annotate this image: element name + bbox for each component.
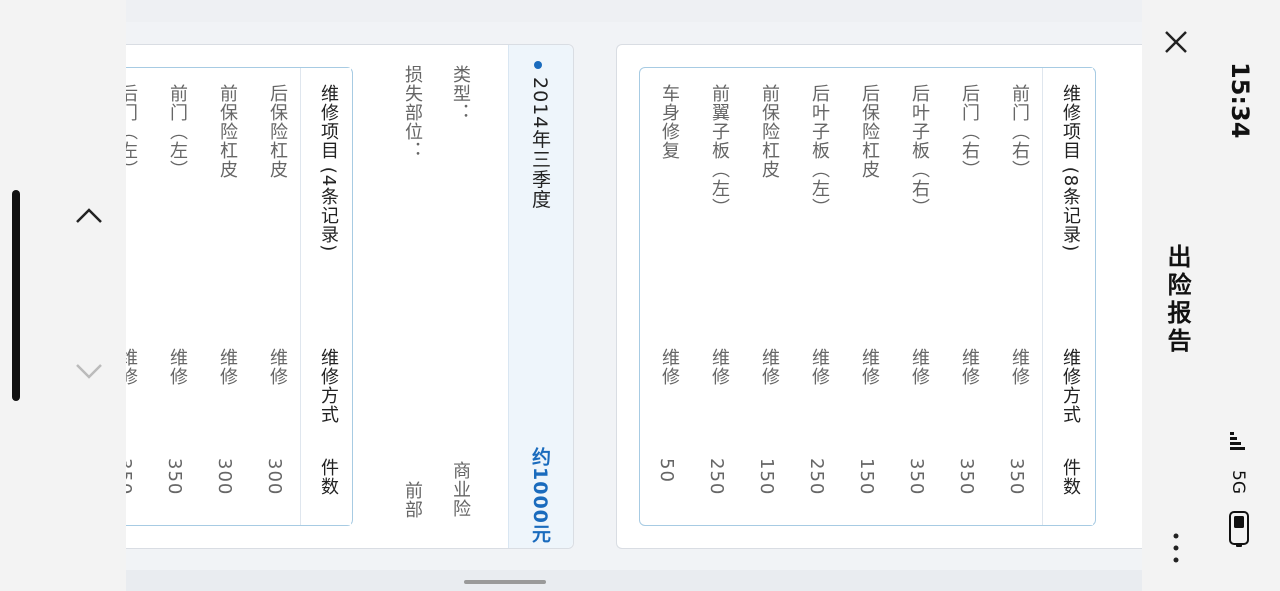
row-count: 300 [214, 458, 235, 496]
signal-icon [1230, 432, 1245, 450]
row-item: 前门（左） [167, 84, 188, 179]
table-row: 前保险杠皮 维修 300 [200, 68, 250, 525]
row-count: 50 [656, 458, 677, 483]
more-vertical-icon[interactable] [1168, 530, 1184, 566]
row-count: 250 [706, 458, 727, 496]
loss-part-value: 前部 [402, 481, 423, 519]
row-count: 350 [1006, 458, 1027, 496]
close-icon[interactable] [1162, 28, 1190, 56]
row-method: 维修 [759, 348, 780, 386]
home-indicator[interactable] [464, 580, 546, 584]
report-content: 维修项目 (8条记录) 维修方式 件数 前门（右） 维修 350 后门（右） 维… [126, 0, 1142, 591]
top-band [126, 0, 1142, 22]
row-count: 150 [756, 458, 777, 496]
chevron-up-icon[interactable] [72, 200, 106, 234]
bottom-band [126, 570, 1142, 591]
row-item: 后门（左） [126, 84, 138, 179]
row-item: 前保险杠皮 [759, 84, 780, 179]
header-count: 件数 [1060, 458, 1081, 496]
type-label: 类型： [450, 65, 471, 122]
row-item: 车身修复 [659, 84, 680, 160]
row-item: 后叶子板（右） [909, 84, 930, 217]
left-side-bar [0, 0, 126, 591]
table-header: 维修项目 (8条记录) 维修方式 件数 [1042, 68, 1093, 525]
row-item: 后保险杠皮 [267, 84, 288, 179]
table-header: 维修项目 (4条记录) 维修方式 件数 [300, 68, 351, 525]
header-item: 维修项目 (4条记录) [318, 84, 339, 253]
table-row: 前门（右） 维修 350 [992, 68, 1042, 525]
row-count: 300 [264, 458, 285, 496]
header-count: 件数 [318, 458, 339, 496]
network-type: 5G [1228, 470, 1248, 494]
repair-table-2: 维修项目 (4条记录) 维修方式 件数 后保险杠皮 维修 300 前保险杠皮 维… [126, 67, 353, 526]
row-method: 维修 [859, 348, 880, 386]
row-count: 150 [856, 458, 877, 496]
table-row: 后门（右） 维修 350 [942, 68, 992, 525]
row-count: 350 [126, 458, 135, 496]
row-method: 维修 [126, 348, 138, 386]
header-method: 维修方式 [1060, 348, 1081, 424]
row-method: 维修 [267, 348, 288, 386]
row-count: 350 [906, 458, 927, 496]
row-count: 350 [164, 458, 185, 496]
table-row: 后保险杠皮 维修 150 [842, 68, 892, 525]
page-title: 出险报告 [1163, 244, 1191, 356]
side-grip[interactable] [12, 190, 20, 401]
type-value: 商业险 [450, 461, 471, 518]
header-method: 维修方式 [318, 348, 339, 424]
row-item: 后叶子板（左） [809, 84, 830, 217]
header-item: 维修项目 (8条记录) [1060, 84, 1081, 253]
row-item: 后保险杠皮 [859, 84, 880, 179]
table-row: 后叶子板（左） 维修 250 [792, 68, 842, 525]
row-item: 前翼子板（左） [709, 84, 730, 217]
table-row: 后叶子板（右） 维修 350 [892, 68, 942, 525]
record-card-2: 2014年三季度 约1000元 类型： 商业险 损失部位： 前部 维修项目 (4… [126, 44, 574, 549]
row-method: 维修 [659, 348, 680, 386]
table-row: 后门（左） 维修 350 [126, 68, 150, 525]
row-method: 维修 [167, 348, 188, 386]
row-method: 维修 [959, 348, 980, 386]
screen: 维修项目 (8条记录) 维修方式 件数 前门（右） 维修 350 后门（右） 维… [0, 0, 1280, 591]
repair-table-1: 维修项目 (8条记录) 维修方式 件数 前门（右） 维修 350 后门（右） 维… [639, 67, 1096, 526]
record-period: 2014年三季度 [529, 77, 551, 210]
loss-part-label: 损失部位： [402, 65, 423, 160]
battery-icon [1229, 511, 1249, 547]
status-time: 15:34 [1226, 62, 1254, 139]
record-amount: 约1000元 [529, 447, 551, 544]
table-row: 后保险杠皮 维修 300 [250, 68, 300, 525]
chevron-down-icon[interactable] [72, 355, 106, 389]
bullet-dot [534, 61, 542, 69]
row-method: 维修 [909, 348, 930, 386]
row-method: 维修 [809, 348, 830, 386]
row-method: 维修 [1009, 348, 1030, 386]
row-item: 后门（右） [959, 84, 980, 179]
row-count: 250 [806, 458, 827, 496]
table-row: 车身修复 维修 50 [642, 68, 692, 525]
row-method: 维修 [217, 348, 238, 386]
row-count: 350 [956, 458, 977, 496]
record-card-1: 维修项目 (8条记录) 维修方式 件数 前门（右） 维修 350 后门（右） 维… [616, 44, 1142, 549]
row-method: 维修 [709, 348, 730, 386]
table-row: 前门（左） 维修 350 [150, 68, 200, 525]
row-item: 前门（右） [1009, 84, 1030, 179]
table-row: 前保险杠皮 维修 150 [742, 68, 792, 525]
table-row: 前翼子板（左） 维修 250 [692, 68, 742, 525]
record-header[interactable]: 2014年三季度 约1000元 [508, 45, 573, 548]
row-item: 前保险杠皮 [217, 84, 238, 179]
